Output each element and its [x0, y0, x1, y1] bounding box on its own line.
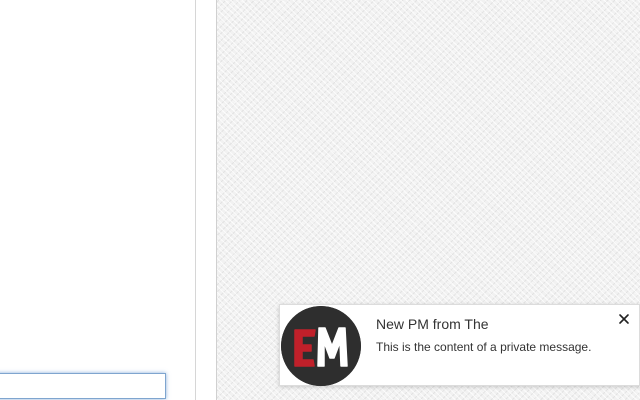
em-logo-icon: [281, 306, 361, 386]
notification-body: This is the content of a private message…: [376, 340, 592, 354]
notification-popup[interactable]: New PM from The This is the content of a…: [279, 304, 640, 386]
app-window: New PM from The This is the content of a…: [0, 0, 640, 400]
pane-divider: [197, 0, 216, 400]
message-input[interactable]: [0, 373, 166, 399]
notification-title: New PM from The: [376, 316, 489, 332]
left-pane: [0, 0, 196, 400]
close-icon[interactable]: [617, 312, 631, 326]
